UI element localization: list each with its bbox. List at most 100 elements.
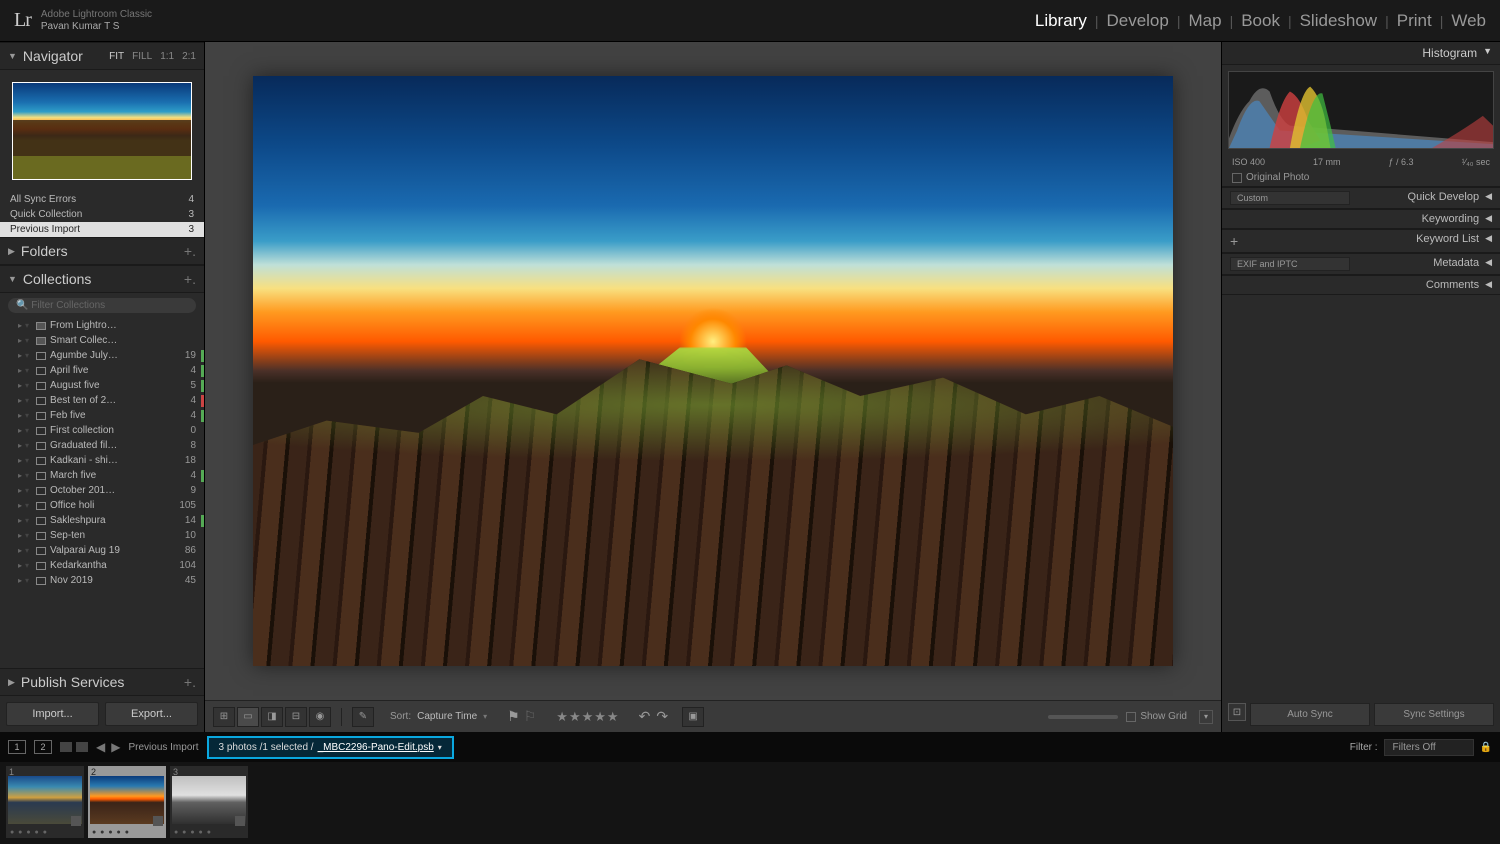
navigator-title: Navigator — [23, 48, 83, 64]
collections-filter-input[interactable]: 🔍 Filter Collections — [8, 298, 196, 313]
quick-develop-header[interactable]: Custom Quick Develop◀ — [1222, 187, 1500, 209]
flag-reject-icon[interactable]: ⚐ — [524, 708, 537, 725]
zoom-2-1[interactable]: 2:1 — [182, 51, 196, 62]
navigator-header[interactable]: ▼ Navigator FIT FILL 1:1 2:1 — [0, 42, 204, 70]
metadata-header[interactable]: EXIF and IPTC Metadata◀ — [1222, 253, 1500, 275]
navigator-zoom[interactable]: FIT FILL 1:1 2:1 — [109, 51, 196, 62]
monitor-2-icon[interactable]: 2 — [34, 740, 52, 754]
collection-item[interactable]: ▸▾October 201…9 — [0, 483, 204, 498]
show-grid-checkbox[interactable] — [1126, 712, 1136, 722]
layout-icons[interactable] — [60, 742, 88, 752]
catalog-row-selected[interactable]: Previous Import3 — [0, 222, 204, 237]
keywording-header[interactable]: Keywording◀ — [1222, 209, 1500, 229]
collection-item[interactable]: ▸▾April five4 — [0, 363, 204, 378]
filmstrip-thumb[interactable]: 2● ● ● ● ● — [88, 766, 166, 838]
collection-item[interactable]: ▸▾Best ten of 2…4 — [0, 393, 204, 408]
module-book[interactable]: Book — [1241, 11, 1280, 31]
collection-item[interactable]: ▸▾Nov 201945 — [0, 573, 204, 588]
collection-item[interactable]: ▸▾Agumbe July…19 — [0, 348, 204, 363]
collections-list: ▸▾From Lightro…▸▾Smart Collec…▸▾Agumbe J… — [0, 318, 204, 588]
filter-dropdown[interactable]: Filters Off — [1384, 739, 1474, 756]
module-slideshow[interactable]: Slideshow — [1300, 11, 1378, 31]
add-icon[interactable]: +. — [184, 272, 196, 286]
histogram-header[interactable]: Histogram ▼ — [1222, 42, 1500, 65]
collection-icon — [36, 442, 46, 450]
filmstrip-thumb[interactable]: 3● ● ● ● ● — [170, 766, 248, 838]
collection-item[interactable]: ▸▾Feb five4 — [0, 408, 204, 423]
zoom-fit[interactable]: FIT — [109, 51, 124, 62]
compare-view-icon[interactable]: ◨ — [261, 707, 283, 727]
sync-settings-button[interactable]: Sync Settings — [1374, 703, 1494, 726]
original-photo-toggle[interactable]: Original Photo — [1222, 169, 1500, 187]
collection-item[interactable]: ▸▾Kadkani - shi…18 — [0, 453, 204, 468]
loupe-view-icon[interactable]: ▭ — [237, 707, 259, 727]
rating-stars[interactable]: ★★★★★ — [556, 709, 618, 725]
people-view-icon[interactable]: ◉ — [309, 707, 331, 727]
histogram[interactable] — [1228, 71, 1494, 149]
monitor-1-icon[interactable]: 1 — [8, 740, 26, 754]
collection-icon — [36, 427, 46, 435]
filter-lock-icon[interactable]: 🔒 — [1480, 742, 1492, 753]
zoom-1-1[interactable]: 1:1 — [160, 51, 174, 62]
filmstrip-thumb[interactable]: 1● ● ● ● ● — [6, 766, 84, 838]
collection-item[interactable]: ▸▾Valparai Aug 1986 — [0, 543, 204, 558]
import-button[interactable]: Import... — [6, 702, 99, 726]
module-develop[interactable]: Develop — [1106, 11, 1168, 31]
secondary-nav: 1 2 ◀▶ Previous Import 3 photos /1 selec… — [0, 732, 1500, 762]
publish-header[interactable]: ▶ Publish Services +. — [0, 668, 204, 696]
collection-item[interactable]: ▸▾From Lightro… — [0, 318, 204, 333]
catalog-row[interactable]: Quick Collection3 — [0, 207, 204, 222]
rotate-cw-icon[interactable]: ↷ — [656, 708, 668, 725]
app-name: Adobe Lightroom Classic — [41, 9, 152, 21]
grid-view-icon[interactable]: ⊞ — [213, 707, 235, 727]
collections-header[interactable]: ▼ Collections +. — [0, 265, 204, 293]
collection-item[interactable]: ▸▾Graduated fil…8 — [0, 438, 204, 453]
image-viewer[interactable] — [205, 42, 1221, 700]
module-map[interactable]: Map — [1188, 11, 1221, 31]
add-icon[interactable]: +. — [184, 675, 196, 689]
selected-filename: _MBC2296-Pano-Edit.psb — [318, 742, 434, 753]
painter-icon[interactable]: ✎ — [352, 707, 374, 727]
navigator-preview[interactable] — [0, 70, 204, 192]
collection-item[interactable]: ▸▾First collection0 — [0, 423, 204, 438]
module-print[interactable]: Print — [1397, 11, 1432, 31]
collection-item[interactable]: ▸▾Smart Collec… — [0, 333, 204, 348]
center-area: ⊞ ▭ ◨ ⊟ ◉ ✎ Sort: Capture Time ▾ ⚑ ⚐ ★★★… — [205, 42, 1221, 732]
view-mode-buttons: ⊞ ▭ ◨ ⊟ ◉ — [213, 707, 331, 727]
app-header: Lr Adobe Lightroom Classic Pavan Kumar T… — [0, 0, 1500, 42]
comments-header[interactable]: Comments◀ — [1222, 275, 1500, 295]
keyword-list-header[interactable]: + Keyword List◀ — [1222, 229, 1500, 253]
metadata-preset-dropdown[interactable]: EXIF and IPTC — [1230, 257, 1350, 271]
collection-item[interactable]: ▸▾March five4 — [0, 468, 204, 483]
add-icon[interactable]: +. — [184, 244, 196, 258]
nav-arrows[interactable]: ◀▶ — [96, 740, 120, 754]
rotate-ccw-icon[interactable]: ↶ — [639, 708, 651, 725]
qd-preset-dropdown[interactable]: Custom — [1230, 191, 1350, 205]
collection-item[interactable]: ▸▾Sakleshpura14 — [0, 513, 204, 528]
filmstrip[interactable]: 1● ● ● ● ●2● ● ● ● ●3● ● ● ● ● — [0, 762, 1500, 844]
selection-status[interactable]: 3 photos /1 selected / _MBC2296-Pano-Edi… — [207, 736, 454, 759]
auto-sync-button[interactable]: Auto Sync — [1250, 703, 1370, 726]
survey-view-icon[interactable]: ⊟ — [285, 707, 307, 727]
folders-header[interactable]: ▶ Folders +. — [0, 237, 204, 265]
sort-label: Sort: — [390, 711, 411, 722]
badge-icon — [153, 816, 163, 826]
toolbar-menu-icon[interactable]: ▾ — [1199, 710, 1213, 724]
export-button[interactable]: Export... — [105, 702, 198, 726]
forward-icon: ▶ — [111, 740, 120, 754]
collection-item[interactable]: ▸▾Sep-ten10 — [0, 528, 204, 543]
breadcrumb[interactable]: Previous Import — [128, 742, 198, 753]
collection-item[interactable]: ▸▾Kedarkantha104 — [0, 558, 204, 573]
collection-item[interactable]: ▸▾August five5 — [0, 378, 204, 393]
face-tag-icon[interactable]: ▣ — [682, 707, 704, 727]
thumb-size-slider[interactable] — [1048, 715, 1118, 719]
flag-pick-icon[interactable]: ⚑ — [507, 708, 520, 725]
sort-dropdown[interactable]: Capture Time — [417, 711, 477, 722]
collection-item[interactable]: ▸▾Office holi105 — [0, 498, 204, 513]
collection-icon — [36, 367, 46, 375]
module-library[interactable]: Library — [1035, 11, 1087, 31]
catalog-row[interactable]: All Sync Errors4 — [0, 192, 204, 207]
module-web[interactable]: Web — [1451, 11, 1486, 31]
sync-toggle[interactable]: ⊡ — [1228, 703, 1246, 721]
zoom-fill[interactable]: FILL — [132, 51, 152, 62]
